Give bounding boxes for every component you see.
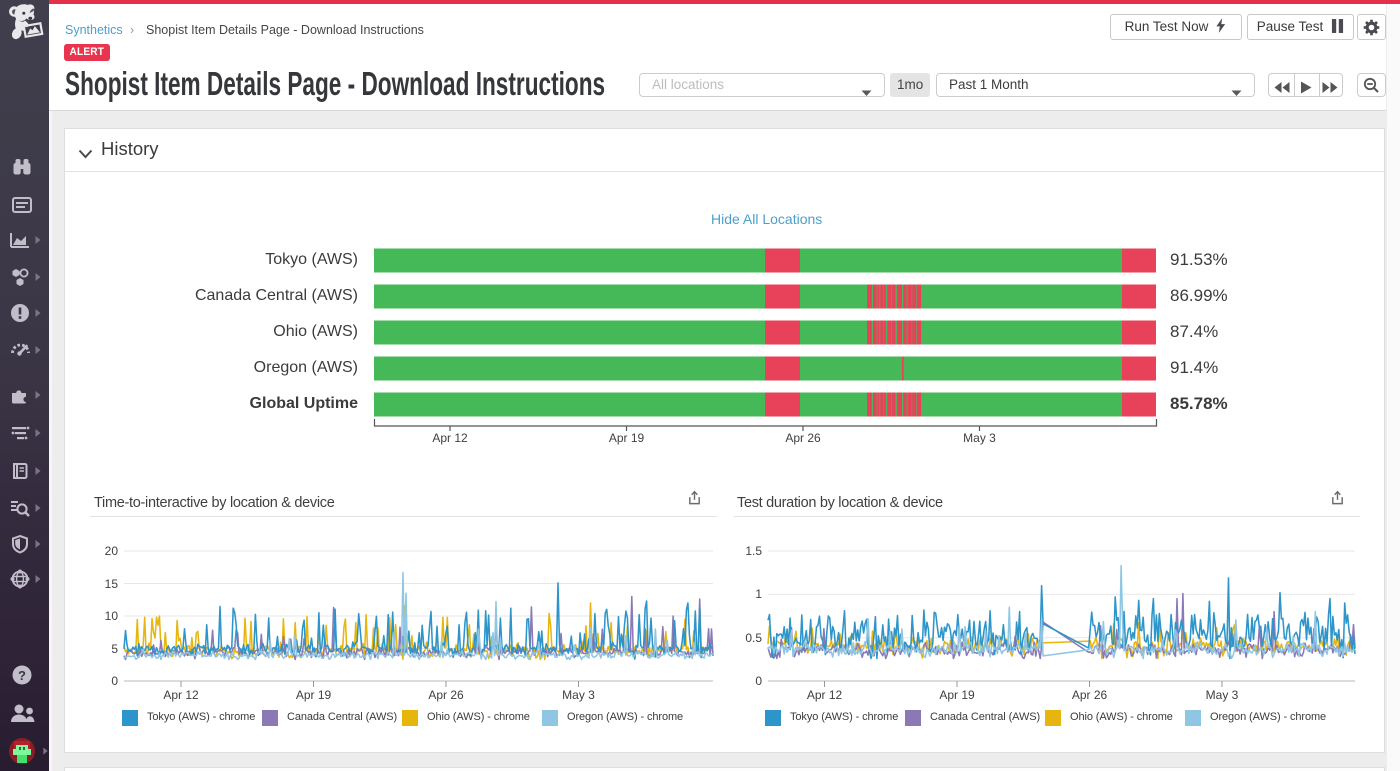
- svg-text:?: ?: [18, 668, 26, 683]
